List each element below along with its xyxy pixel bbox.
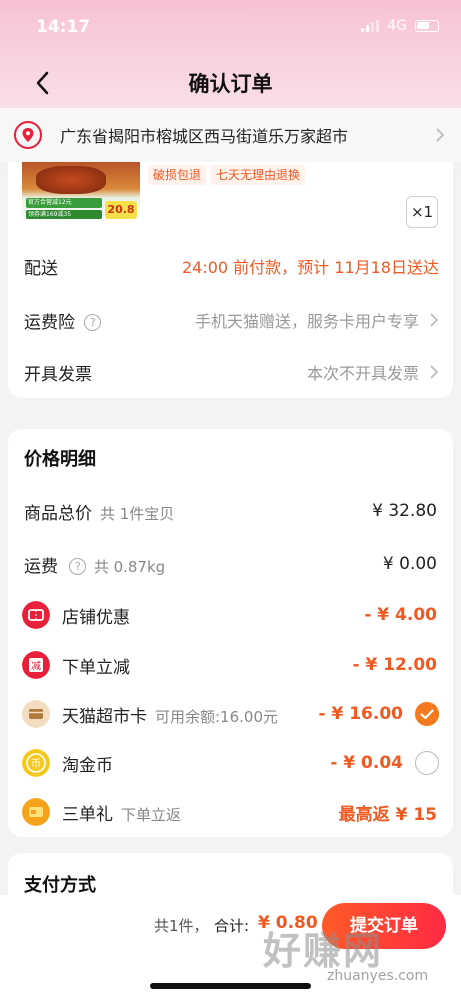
discount-label: 三单礼 下单立返 (62, 804, 182, 825)
status-bar: 14:17 4G (0, 0, 461, 56)
shipping-insurance-label: 运费险 ? (24, 308, 102, 333)
shipping-insurance-row[interactable]: 运费险 ? 手机天猫赠送，服务卡用户专享 (8, 300, 453, 340)
page-title: 确认订单 (188, 72, 273, 96)
chevron-right-icon (430, 313, 439, 327)
service-tag-damage: 破损包退 (148, 165, 207, 185)
freight-label: 运费 ? 共 0.87kg (24, 556, 166, 577)
discount-amount: 最高返 ¥ 15 (338, 804, 437, 825)
discount-row-coin[interactable]: 币 淘金币 - ¥ 0.04 (8, 743, 453, 783)
invoice-row[interactable]: 开具发票 本次不开具发票 (8, 352, 453, 392)
address-text: 广东省揭阳市榕城区西马街道乐万家超市 (60, 127, 349, 146)
freight-weight: 共 0.87kg (93, 557, 166, 576)
invoice-value: 本次不开具发票 (306, 364, 419, 383)
item-count: 共1件， (154, 917, 209, 935)
goods-total-label: 商品总价共 1件宝贝 (24, 503, 175, 524)
discount-row-shop: 店铺优惠 - ¥ 4.00 (8, 595, 453, 635)
delivery-value: 24:00 前付款，预计 11月18日送达 (181, 258, 439, 277)
shipping-insurance-value: 手机天猫赠送，服务卡用户专享 (194, 312, 419, 331)
coin-icon: 币 (22, 749, 50, 777)
unchecked-circle-icon[interactable] (415, 751, 439, 775)
chevron-right-icon (430, 365, 439, 379)
goods-total-row: 商品总价共 1件宝贝 ¥ 32.80 (8, 491, 453, 531)
help-icon[interactable]: ? (84, 314, 102, 331)
status-indicators: 4G (361, 18, 439, 34)
watermark-text: 好赚网 (263, 929, 384, 973)
goods-total-count: 共 1件宝贝 (100, 504, 175, 523)
product-food-graphic (36, 166, 106, 194)
status-time: 14:17 (36, 17, 91, 37)
discount-label: 淘金币 (62, 755, 113, 776)
goods-total-amount: ¥ 32.80 (372, 501, 437, 521)
discount-label: 下单立减 (62, 657, 130, 678)
network-label: 4G (387, 18, 407, 34)
discount-label: 店铺优惠 (62, 607, 130, 628)
product-image[interactable]: 官方合营减12元 领券满169减35 20.8 (22, 162, 140, 222)
location-pin-icon (14, 121, 42, 149)
discount-row-three-orders: 三单礼 下单立返 最高返 ¥ 15 (8, 792, 453, 832)
card-icon (22, 700, 50, 728)
invoice-label: 开具发票 (24, 364, 92, 385)
battery-icon (415, 20, 439, 32)
discount-label: 天猫超市卡 可用余额:16.00元 (62, 706, 278, 727)
discount-amount: - ¥ 4.00 (364, 605, 437, 625)
product-image-tag: 官方合营减12元 (26, 198, 102, 208)
navigation-bar: 确认订单 (0, 56, 461, 106)
three-orders-sub: 下单立返 (121, 805, 182, 824)
order-item-card: 官方合营减12元 领券满169减35 20.8 破损包退 七天无理由退换 ×1 … (8, 162, 453, 398)
svg-text:减: 减 (31, 661, 41, 673)
home-indicator (150, 983, 311, 989)
watermark-url: zhuanyes.com (327, 968, 429, 984)
discount-row-tmall-card[interactable]: 天猫超市卡 可用余额:16.00元 - ¥ 16.00 (8, 694, 453, 734)
discount-amount: - ¥ 12.00 (352, 655, 438, 675)
address-row[interactable]: 广东省揭阳市榕城区西马街道乐万家超市 (0, 108, 461, 162)
price-detail-card: 价格明细 商品总价共 1件宝贝 ¥ 32.80 运费 ? 共 0.87kg ¥ … (8, 429, 453, 837)
check-circle-icon[interactable] (415, 702, 439, 726)
watermark: 好赚网 zhuanyes.com (263, 920, 453, 990)
card-balance: 可用余额:16.00元 (155, 707, 278, 726)
help-icon[interactable]: ? (69, 558, 87, 575)
discount-amount: - ¥ 16.00 (318, 704, 404, 724)
product-image-coupon: 领券满169减35 (26, 210, 102, 219)
gift-card-icon (22, 798, 50, 826)
delivery-label: 配送 (24, 258, 58, 279)
discount-amount: - ¥ 0.04 (330, 753, 403, 773)
product-image-price: 20.8 (105, 201, 137, 219)
ticket-icon (22, 601, 50, 629)
freight-amount: ¥ 0.00 (382, 554, 437, 574)
reduce-icon: 减 (22, 651, 50, 679)
discount-row-instant: 减 下单立减 - ¥ 12.00 (8, 645, 453, 685)
price-detail-title: 价格明细 (24, 449, 96, 470)
svg-text:币: 币 (31, 758, 41, 770)
chevron-right-icon (436, 128, 445, 142)
total-label: 合计: (214, 917, 250, 935)
payment-method-title: 支付方式 (24, 875, 96, 896)
delivery-row: 配送 24:00 前付款，预计 11月18日送达 (8, 246, 453, 286)
quantity-button[interactable]: ×1 (406, 196, 438, 228)
freight-row: 运费 ? 共 0.87kg ¥ 0.00 (8, 544, 453, 584)
service-tag-return: 七天无理由退换 (211, 165, 306, 185)
signal-icon (361, 20, 380, 32)
